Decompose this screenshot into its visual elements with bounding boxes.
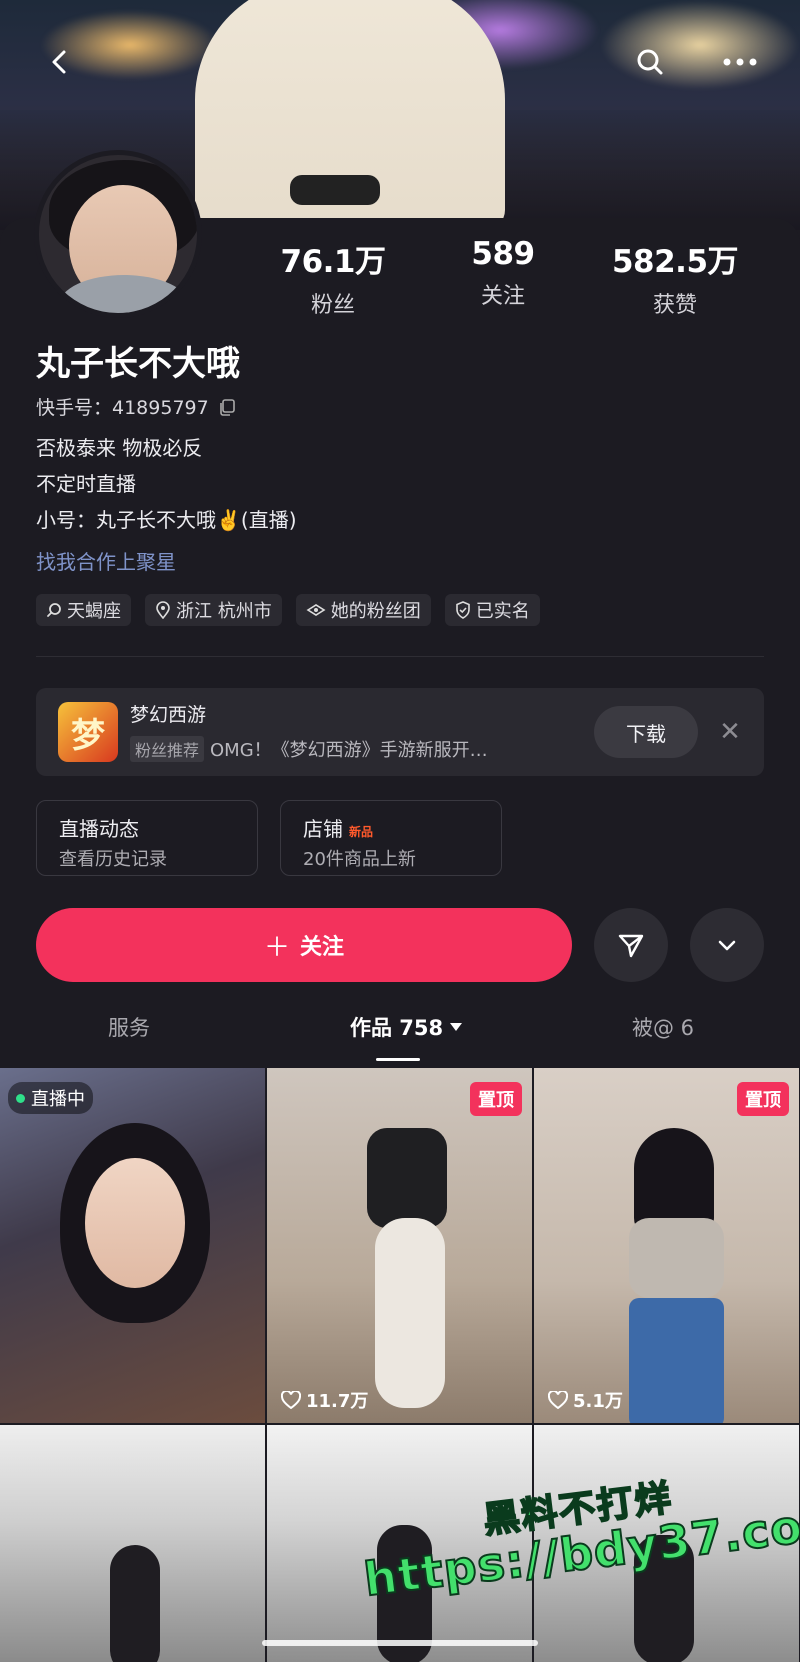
- pinned-badge: 置顶: [737, 1082, 789, 1116]
- tag-label: 天蝎座: [67, 601, 121, 622]
- tab-indicator: [376, 1058, 420, 1061]
- copy-icon[interactable]: [217, 397, 237, 417]
- tab-works[interactable]: 作品 758: [350, 1012, 463, 1042]
- stat-value: 589: [471, 236, 535, 272]
- kuaishou-id[interactable]: 快手号：41895797: [36, 393, 237, 420]
- stat-following[interactable]: 589 关注: [418, 236, 588, 310]
- game-ad-banner[interactable]: 梦 梦幻西游 粉丝推荐 OMG！《梦幻西游》手游新服开… 下载 ✕: [36, 688, 764, 776]
- stat-label: 获赞: [652, 293, 697, 318]
- stat-label: 粉丝: [310, 293, 355, 318]
- live-history-entry[interactable]: 直播动态 查看历史记录: [36, 800, 258, 876]
- stat-value: 582.5万: [611, 244, 739, 280]
- grid-item-pinned[interactable]: 置顶 5.1万: [534, 1068, 799, 1423]
- entry-subtitle: 20件商品上新: [303, 849, 416, 870]
- ad-chip: 粉丝推荐: [130, 736, 205, 762]
- ad-desc: OMG！《梦幻西游》手游新服开…: [210, 740, 488, 761]
- entry-title: 直播动态: [59, 817, 139, 841]
- message-button[interactable]: [594, 908, 668, 982]
- send-icon: [618, 934, 644, 958]
- home-indicator: [262, 1640, 538, 1646]
- new-badge: 新品: [349, 825, 374, 839]
- tab-works-label: 作品 758: [350, 1016, 444, 1040]
- entry-subtitle: 查看历史记录: [59, 849, 167, 870]
- location-pin-icon: [156, 601, 170, 619]
- game-logo: 梦: [58, 702, 118, 762]
- tag-zodiac[interactable]: 天蝎座: [36, 594, 131, 626]
- plus-icon: ＋: [263, 932, 290, 963]
- tab-service[interactable]: 服务: [108, 1012, 150, 1042]
- ad-subtitle: 粉丝推荐 OMG！《梦幻西游》手游新服开…: [130, 736, 488, 762]
- more-button[interactable]: [718, 40, 762, 84]
- likes-count: 11.7万: [281, 1387, 368, 1413]
- tag-location[interactable]: 浙江 杭州市: [145, 594, 282, 626]
- divider: [36, 656, 764, 657]
- bio-line: 不定时直播: [36, 472, 136, 496]
- content-tabs: 服务 作品 758 被@ 6: [0, 1012, 800, 1068]
- live-badge: 直播中: [8, 1082, 93, 1114]
- live-label: 直播中: [31, 1089, 85, 1110]
- tag-fan-group[interactable]: 她的粉丝团: [295, 594, 431, 626]
- entry-title: 店铺: [303, 817, 343, 841]
- shop-entry[interactable]: 店铺 新品 20件商品上新: [280, 800, 502, 876]
- tag-label: 她的粉丝团: [330, 601, 421, 622]
- likes-value: 11.7万: [306, 1391, 369, 1412]
- likes-value: 5.1万: [573, 1391, 623, 1412]
- grid-item[interactable]: [0, 1425, 265, 1662]
- heart-icon: [548, 1391, 568, 1409]
- heart-icon: [281, 1391, 301, 1409]
- search-icon: [47, 603, 61, 617]
- stat-fans[interactable]: 76.1万 粉丝: [248, 236, 418, 319]
- profile-name: 丸子长不大哦: [36, 344, 240, 384]
- avatar[interactable]: [34, 150, 202, 318]
- caret-down-icon: [450, 1023, 463, 1031]
- search-button[interactable]: [628, 40, 672, 84]
- tab-mentioned[interactable]: 被@ 6: [632, 1012, 694, 1042]
- profile-stats: 76.1万 粉丝 589 关注 582.5万 获赞: [248, 236, 770, 319]
- grid-item-live[interactable]: 直播中: [0, 1068, 265, 1423]
- stat-value: 76.1万: [280, 244, 387, 280]
- ad-title: 梦幻西游: [130, 704, 207, 726]
- chevron-down-icon: [718, 940, 736, 951]
- tag-label: 浙江 杭州市: [176, 601, 272, 622]
- tag-label: 已实名: [475, 601, 530, 622]
- download-button[interactable]: 下载: [594, 706, 698, 758]
- follow-label: 关注: [300, 935, 345, 960]
- tag-verified[interactable]: 已实名: [444, 594, 540, 626]
- stat-label: 关注: [480, 284, 525, 309]
- likes-count: 5.1万: [548, 1387, 623, 1413]
- profile-tags: 天蝎座 浙江 杭州市 她的粉丝团 已实名: [36, 594, 540, 626]
- fan-group-icon: [306, 604, 326, 616]
- grid-item-pinned[interactable]: 置顶 11.7万: [267, 1068, 532, 1423]
- more-dots-icon: [723, 58, 757, 66]
- search-icon: [637, 49, 663, 75]
- kuaishou-id-text: 快手号：41895797: [36, 397, 209, 419]
- bio-line: 否极泰来 物极必反: [36, 436, 203, 460]
- pinned-badge: 置顶: [470, 1082, 522, 1116]
- shield-check-icon: [455, 601, 470, 619]
- stat-likes[interactable]: 582.5万 获赞: [590, 236, 760, 319]
- bio-line: 小号：丸子长不大哦✌️(直播): [36, 508, 297, 532]
- chevron-left-icon: [52, 50, 66, 74]
- expand-button[interactable]: [690, 908, 764, 982]
- follow-button[interactable]: ＋ 关注: [36, 908, 572, 982]
- close-icon[interactable]: ✕: [716, 718, 744, 746]
- back-button[interactable]: [38, 40, 82, 84]
- collab-link[interactable]: 找我合作上聚星: [36, 546, 176, 575]
